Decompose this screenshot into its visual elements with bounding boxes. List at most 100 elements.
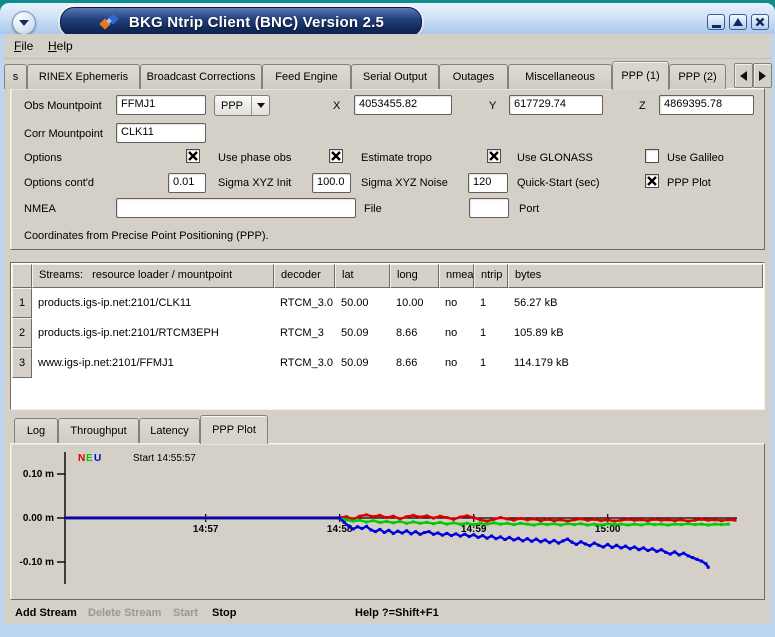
maximize-button[interactable]	[729, 14, 747, 30]
column-header[interactable]: bytes	[508, 264, 763, 288]
ppp-mode-combobox[interactable]: PPP	[214, 95, 270, 116]
ppp1-panel: Obs Mountpoint FFMJ1 PPP X 4053455.82 Y …	[10, 88, 765, 250]
tab-s[interactable]: s	[4, 64, 27, 89]
nmea-port-input[interactable]	[469, 198, 509, 218]
check-x-icon	[331, 151, 341, 161]
ppp-plot-panel: 0.10 m0.00 m-0.10 m14:5714:5814:5915:00N…	[10, 443, 765, 600]
use-galileo-checkbox[interactable]	[645, 149, 659, 163]
tab-feed-engine[interactable]: Feed Engine	[262, 64, 351, 89]
table-cell: products.igs-ip.net:2101/CLK11	[32, 288, 274, 318]
table-cell: 8.66	[390, 348, 439, 378]
row-number-cell[interactable]: 2	[12, 318, 32, 348]
table-cell: 1	[474, 348, 508, 378]
quick-start-label: Quick-Start (sec)	[517, 177, 600, 189]
tab-latency[interactable]: Latency	[139, 418, 200, 443]
window-menu-button[interactable]	[12, 11, 36, 35]
help-hint: Help ?=Shift+F1	[355, 607, 439, 619]
row-number-cell[interactable]: 1	[12, 288, 32, 318]
ppp-plot-svg: 0.10 m0.00 m-0.10 m14:5714:5814:5915:00N…	[11, 444, 764, 599]
tab-ppp-plot[interactable]: PPP Plot	[200, 415, 268, 444]
ppp-mode-value: PPP	[215, 100, 251, 112]
estimate-tropo-checkbox[interactable]	[329, 149, 343, 163]
column-header[interactable]: decoder	[274, 264, 335, 288]
tab-ppp-1-[interactable]: PPP (1)	[612, 61, 669, 90]
check-x-icon	[489, 151, 499, 161]
close-icon	[755, 17, 765, 27]
tab-serial-output[interactable]: Serial Output	[351, 64, 439, 89]
tab-rinex-ephemeris[interactable]: RINEX Ephemeris	[27, 64, 140, 89]
table-cell: 105.89 kB	[508, 318, 763, 348]
minimize-icon	[712, 25, 721, 28]
x-tick-label: 14:57	[193, 524, 219, 535]
x-coordinate-input[interactable]: 4053455.82	[354, 95, 452, 115]
corr-mountpoint-input[interactable]: CLK11	[116, 123, 206, 143]
desktop: BKG Ntrip Client (BNC) Version 2.5 File …	[0, 0, 775, 637]
table-row: 3www.igs-ip.net:2101/FFMJ1RTCM_3.050.098…	[12, 348, 763, 378]
legend-N: N	[78, 453, 85, 464]
table-cell: 10.00	[390, 288, 439, 318]
start-button[interactable]: Start	[173, 607, 198, 619]
sigma-xyz-init-label: Sigma XYZ Init	[218, 177, 291, 189]
minimize-button[interactable]	[707, 14, 725, 30]
ppp-plot-label: PPP Plot	[667, 177, 711, 189]
table-corner-cell	[12, 264, 32, 288]
title-capsule: BKG Ntrip Client (BNC) Version 2.5	[60, 7, 422, 37]
check-x-icon	[647, 176, 657, 186]
ppp-plot-checkbox[interactable]	[645, 174, 659, 188]
y-coordinate-input[interactable]: 617729.74	[509, 95, 603, 115]
tab-miscellaneous[interactable]: Miscellaneous	[508, 64, 612, 89]
tab-scroll-right-button[interactable]	[753, 63, 772, 88]
obs-mountpoint-label: Obs Mountpoint	[24, 100, 102, 112]
y-label: Y	[489, 100, 496, 112]
column-header[interactable]: ntrip	[474, 264, 508, 288]
tab-outages[interactable]: Outages	[439, 64, 508, 89]
delete-stream-button[interactable]: Delete Stream	[88, 607, 161, 619]
column-header[interactable]: lat	[335, 264, 390, 288]
panel-note: Coordinates from Precise Point Positioni…	[24, 230, 269, 242]
estimate-tropo-label: Estimate tropo	[361, 152, 432, 164]
use-phase-obs-checkbox[interactable]	[186, 149, 200, 163]
tab-throughput[interactable]: Throughput	[58, 418, 139, 443]
table-cell: RTCM_3.0	[274, 288, 335, 318]
z-coordinate-input[interactable]: 4869395.78	[659, 95, 754, 115]
column-header[interactable]: long	[390, 264, 439, 288]
table-cell: 50.00	[335, 288, 390, 318]
sigma-xyz-init-input[interactable]: 0.01	[168, 173, 206, 193]
y-tick-label: 0.10 m	[23, 469, 54, 480]
tab-broadcast-corrections[interactable]: Broadcast Corrections	[140, 64, 262, 89]
check-x-icon	[188, 151, 198, 161]
sigma-xyz-noise-label: Sigma XYZ Noise	[361, 177, 448, 189]
options-contd-label: Options cont'd	[24, 177, 94, 189]
use-galileo-label: Use Galileo	[667, 152, 724, 164]
table-header-row: Streams: resource loader / mountpointdec…	[12, 264, 763, 288]
obs-mountpoint-input[interactable]: FFMJ1	[116, 95, 206, 115]
use-glonass-checkbox[interactable]	[487, 149, 501, 163]
streams-table: Streams: resource loader / mountpointdec…	[10, 262, 765, 410]
combo-dropdown-button[interactable]	[251, 96, 269, 115]
y-tick-label: 0.00 m	[23, 513, 54, 524]
menu-help[interactable]: Help	[48, 39, 73, 53]
column-header[interactable]: nmea	[439, 264, 474, 288]
table-cell: 56.27 kB	[508, 288, 763, 318]
bnc-app-icon	[98, 14, 120, 30]
quick-start-input[interactable]: 120	[468, 173, 508, 193]
tab-log[interactable]: Log	[14, 418, 58, 443]
row-number-cell[interactable]: 3	[12, 348, 32, 378]
table-cell: 114.179 kB	[508, 348, 763, 378]
file-label: File	[364, 203, 382, 215]
stop-button[interactable]: Stop	[212, 607, 236, 619]
ppp-plot-canvas: 0.10 m0.00 m-0.10 m14:5714:5814:5915:00N…	[11, 444, 764, 599]
use-glonass-label: Use GLONASS	[517, 152, 593, 164]
corr-mountpoint-label: Corr Mountpoint	[24, 128, 103, 140]
menu-file[interactable]: File	[14, 39, 33, 53]
options-label: Options	[24, 152, 62, 164]
add-stream-button[interactable]: Add Stream	[15, 607, 77, 619]
tab-ppp-2-[interactable]: PPP (2)	[669, 64, 726, 89]
table-cell: 50.09	[335, 318, 390, 348]
nmea-file-input[interactable]	[116, 198, 356, 218]
column-header[interactable]: Streams: resource loader / mountpoint	[32, 264, 274, 288]
sigma-xyz-noise-input[interactable]: 100.0	[312, 173, 351, 193]
close-button[interactable]	[751, 14, 769, 30]
tab-scroll-left-button[interactable]	[734, 63, 753, 88]
menubar: File Help	[4, 34, 771, 59]
